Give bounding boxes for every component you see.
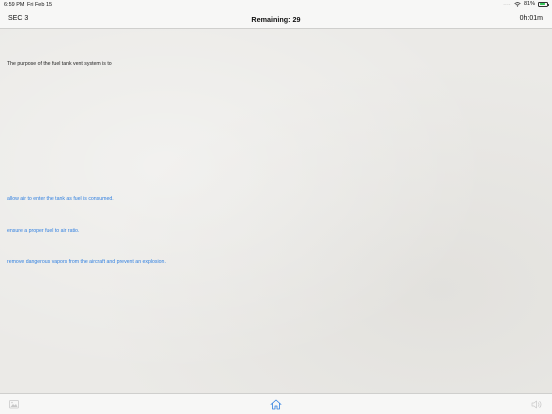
image-icon[interactable] xyxy=(9,400,19,409)
status-indicators: .... 81% xyxy=(503,1,549,7)
answer-option-3[interactable]: remove dangerous vapors from the aircraf… xyxy=(7,259,166,265)
status-bar: 6:59 PM Fri Feb 15 .... 81% xyxy=(0,0,552,9)
wifi-icon xyxy=(514,1,521,7)
sound-icon[interactable] xyxy=(531,400,542,409)
battery-percent: 81% xyxy=(523,1,535,7)
answer-option-2[interactable]: ensure a proper fuel to air ratio. xyxy=(7,228,79,234)
bottom-toolbar xyxy=(0,393,552,414)
question-text: The purpose of the fuel tank vent system… xyxy=(7,61,112,67)
status-time: 6:59 PM xyxy=(4,1,25,8)
elapsed-timer: 0h:01m xyxy=(519,15,543,22)
signal-dots: .... xyxy=(503,1,511,7)
battery-level-fill xyxy=(539,3,546,5)
app-screen: 6:59 PM Fri Feb 15 .... 81% SEC 3 Remain… xyxy=(0,0,552,414)
answer-option-1[interactable]: allow air to enter the tank as fuel is c… xyxy=(7,196,114,202)
quiz-header: SEC 3 Remaining: 29 0h:01m xyxy=(0,9,552,29)
remaining-count: Remaining: 29 xyxy=(251,14,301,24)
battery-icon xyxy=(538,1,549,7)
status-date: Fri Feb 15 xyxy=(27,1,53,8)
home-icon[interactable] xyxy=(270,399,282,410)
